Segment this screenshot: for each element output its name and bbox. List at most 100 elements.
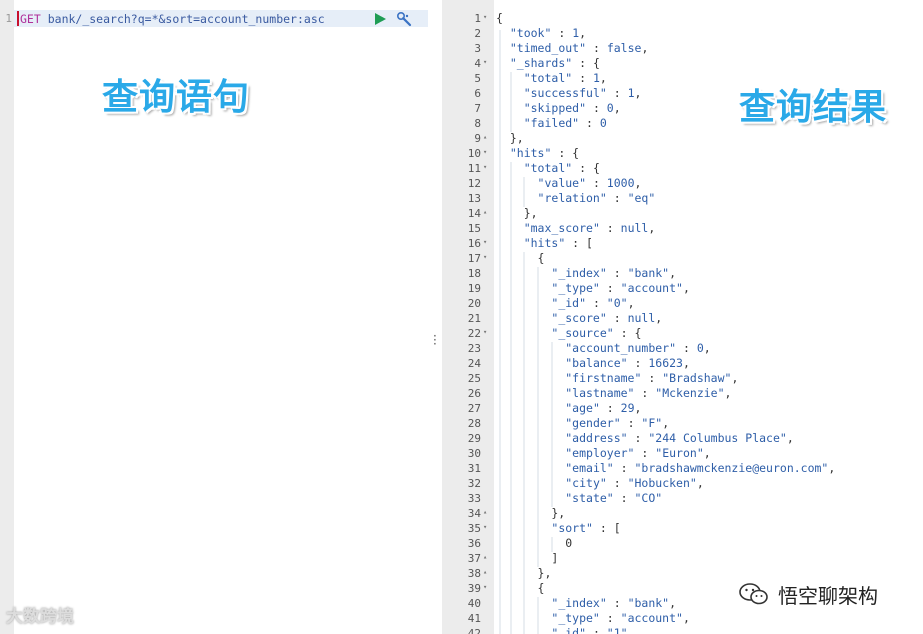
response-line: 35 ▾ "sort" : [ <box>442 521 923 536</box>
code-text: "value" : 1000, <box>537 176 642 190</box>
line-number: 40 <box>467 597 481 610</box>
line-number: 37 <box>467 552 481 565</box>
line-number: 30 <box>467 447 481 460</box>
code-text: "max_score" : null, <box>523 221 656 235</box>
code-text: "_type" : "account", <box>551 281 690 295</box>
response-line: 22 ▾ "_source" : { <box>442 326 923 341</box>
line-number: 19 <box>467 282 481 295</box>
line-number: 15 <box>467 222 481 235</box>
response-line: 36 0 <box>442 536 923 551</box>
line-number: 33 <box>467 492 481 505</box>
fold-toggle-icon[interactable]: ▴ <box>483 130 493 145</box>
code-text: "_index" : "bank", <box>551 266 677 280</box>
code-text: "timed_out" : false, <box>509 41 649 55</box>
code-text: "successful" : 1, <box>523 86 642 100</box>
code-text: }, <box>496 566 552 580</box>
response-line: 18 "_index" : "bank", <box>442 266 923 281</box>
fold-toggle-icon[interactable]: ▴ <box>483 565 493 580</box>
code-text: { <box>496 11 503 25</box>
code-text: "_id" : "1", <box>551 626 635 634</box>
play-icon <box>375 13 386 25</box>
request-line[interactable]: GET bank/_search?q=*&sort=account_number… <box>20 12 325 26</box>
fold-toggle-icon[interactable]: ▾ <box>483 580 493 595</box>
request-gutter: 1 <box>0 0 14 634</box>
line-number: 6 <box>474 87 481 100</box>
request-settings-button[interactable] <box>396 11 412 27</box>
wechat-icon <box>739 583 768 605</box>
code-text: "skipped" : 0, <box>523 101 621 115</box>
code-text: "account_number" : 0, <box>565 341 711 355</box>
code-text: "total" : 1, <box>523 71 607 85</box>
text-cursor <box>17 11 19 26</box>
fold-toggle-icon[interactable]: ▾ <box>483 145 493 160</box>
code-text: "age" : 29, <box>565 401 642 415</box>
response-line: 16 ▾ "hits" : [ <box>442 236 923 251</box>
line-number: 23 <box>467 342 481 355</box>
response-line: 42 "_id" : "1", <box>442 626 923 634</box>
response-line: 1 ▾{ <box>442 11 923 26</box>
fold-toggle-icon[interactable]: ▴ <box>483 550 493 565</box>
drag-handle-icon[interactable]: · · · <box>433 330 437 350</box>
code-text: "total" : { <box>523 161 600 175</box>
code-text: "_source" : { <box>551 326 642 340</box>
code-text: "city" : "Hobucken", <box>565 476 704 490</box>
response-line: 34 ▴ }, <box>442 506 923 521</box>
fold-toggle-icon[interactable]: ▾ <box>483 55 493 70</box>
line-number: 3 <box>474 42 481 55</box>
fold-toggle-icon[interactable]: ▴ <box>483 505 493 520</box>
line-number: 11 <box>467 162 481 175</box>
response-line: 31 "email" : "bradshawmckenzie@euron.com… <box>442 461 923 476</box>
response-line: 13 "relation" : "eq" <box>442 191 923 206</box>
fold-toggle-icon[interactable]: ▾ <box>483 325 493 340</box>
response-line: 15 "max_score" : null, <box>442 221 923 236</box>
fold-toggle-icon[interactable]: ▾ <box>483 520 493 535</box>
code-text: "state" : "CO" <box>565 491 663 505</box>
code-text: "lastname" : "Mckenzie", <box>565 386 732 400</box>
response-line: 12 "value" : 1000, <box>442 176 923 191</box>
line-number: 32 <box>467 477 481 490</box>
response-line: 20 "_id" : "0", <box>442 296 923 311</box>
code-text: ] <box>496 551 559 565</box>
response-line: 33 "state" : "CO" <box>442 491 923 506</box>
code-text: "employer" : "Euron", <box>565 446 711 460</box>
response-line: 14 ▴ }, <box>442 206 923 221</box>
watermark-left: 大数跨境 <box>6 607 74 627</box>
line-number: 13 <box>467 192 481 205</box>
watermark-right: 悟空聊架构 <box>778 584 878 608</box>
line-number: 29 <box>467 432 481 445</box>
response-line: 19 "_type" : "account", <box>442 281 923 296</box>
fold-toggle-icon[interactable]: ▾ <box>483 160 493 175</box>
response-line: 3 "timed_out" : false, <box>442 41 923 56</box>
fold-toggle-icon[interactable]: ▾ <box>483 235 493 250</box>
response-line: 30 "employer" : "Euron", <box>442 446 923 461</box>
line-number: 41 <box>467 612 481 625</box>
request-editor[interactable]: 1 GET bank/_search?q=*&sort=account_numb… <box>0 0 428 634</box>
line-number: 22 <box>467 327 481 340</box>
line-number: 36 <box>467 537 481 550</box>
line-number: 42 <box>467 627 481 634</box>
send-request-button[interactable] <box>372 11 388 27</box>
line-number: 25 <box>467 372 481 385</box>
code-text: }, <box>496 131 524 145</box>
response-line: 27 "age" : 29, <box>442 401 923 416</box>
pane-splitter[interactable] <box>428 0 442 634</box>
response-line: 17 ▾ { <box>442 251 923 266</box>
response-line: 24 "balance" : 16623, <box>442 356 923 371</box>
response-line: 41 "_type" : "account", <box>442 611 923 626</box>
fold-toggle-icon[interactable]: ▴ <box>483 205 493 220</box>
line-number: 16 <box>467 237 481 250</box>
response-line: 21 "_score" : null, <box>442 311 923 326</box>
line-number: 18 <box>467 267 481 280</box>
code-text: "gender" : "F", <box>565 416 670 430</box>
line-number: 5 <box>474 72 481 85</box>
code-text: }, <box>496 506 566 520</box>
line-number: 20 <box>467 297 481 310</box>
fold-toggle-icon[interactable]: ▾ <box>483 250 493 265</box>
code-text: "_type" : "account", <box>551 611 690 625</box>
query-result-label: 查询结果 <box>739 87 888 128</box>
response-line: 4 ▾ "_shards" : { <box>442 56 923 71</box>
fold-toggle-icon[interactable]: ▾ <box>483 10 493 25</box>
response-line: 10 ▾ "hits" : { <box>442 146 923 161</box>
response-viewer[interactable]: 1 ▾{2 "took" : 1, 3 "timed_out" : false, 4 ▾… <box>442 0 923 634</box>
request-path: bank/_search?q=*&sort=account_number:asc <box>47 12 325 26</box>
